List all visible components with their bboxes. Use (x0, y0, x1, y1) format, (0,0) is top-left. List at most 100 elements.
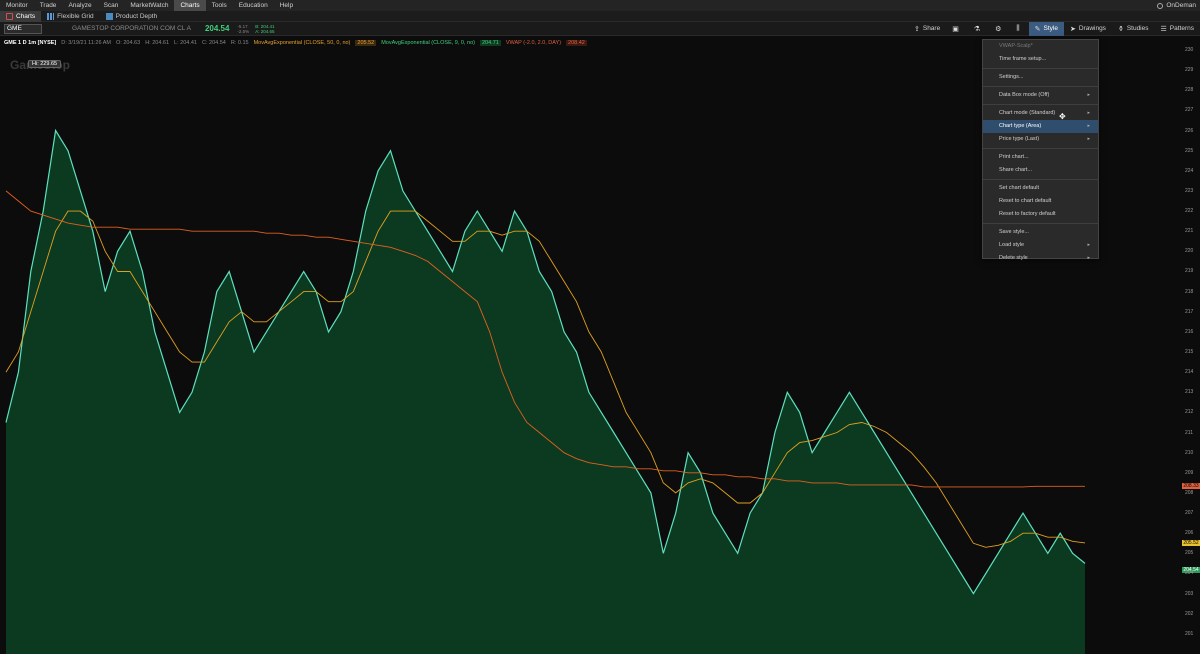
price-tick-label: 229 (1185, 67, 1194, 74)
last-price: 204.54 (204, 24, 230, 33)
price-tick-label: 226 (1185, 127, 1194, 134)
style-menu-item[interactable]: Reset to chart default (983, 195, 1098, 208)
bars-button[interactable]: ⫼ (1010, 22, 1028, 36)
style-menu-item[interactable]: Price type (Last) ▸ (983, 133, 1098, 146)
symbol-input[interactable]: GME (4, 23, 42, 34)
cursor-icon: ➤ (1069, 25, 1076, 33)
ondemand-label: OnDeman (1166, 2, 1196, 9)
tab-product-depth[interactable]: Product Depth (100, 11, 164, 22)
style-menu-item[interactable]: Reset to factory default (983, 208, 1098, 221)
price-tick-label: 216 (1185, 328, 1194, 335)
menu-help[interactable]: Help (274, 0, 299, 11)
menu-charts[interactable]: Charts (174, 0, 206, 11)
beaker-icon: ⚗ (973, 25, 981, 33)
change-stack: -5.17 -2.5% (237, 24, 249, 34)
style-menu-item[interactable]: Chart mode (Standard) ▸ (983, 107, 1098, 120)
style-button[interactable]: ✎ Style (1028, 21, 1064, 36)
menu-tools[interactable]: Tools (206, 0, 233, 11)
price-tick-label: 224 (1185, 167, 1194, 174)
style-menu-item[interactable]: Share chart... (983, 164, 1098, 177)
ema50-study-label[interactable]: MovAvgExponential (CLOSE, 50, 0, no) (254, 40, 351, 46)
ema9-value: 204.71 (479, 39, 501, 46)
patterns-button[interactable]: ☰ Patterns (1155, 22, 1200, 36)
flask-icon: ⚱ (1117, 25, 1124, 33)
menu-scan[interactable]: Scan (98, 0, 125, 11)
drawings-button[interactable]: ➤ Drawings (1064, 22, 1112, 36)
menu-education[interactable]: Education (233, 0, 274, 11)
price-tick-label: 212 (1185, 409, 1194, 416)
menu-marketwatch[interactable]: MarketWatch (124, 0, 174, 11)
price-tick-label: 225 (1185, 147, 1194, 154)
toolbar-actions: ⇪ Share ▣ ⚗ ⚙ ⫼ ✎ Style ➤ Drawings ⚱ Studies… (908, 21, 1200, 36)
ohlc-close: C: 204.54 (201, 39, 226, 46)
menu-separator (983, 148, 1098, 149)
vwap-study-label[interactable]: VWAP (-2.0, 2.0, DAY) (506, 40, 561, 46)
chart-icon (6, 12, 13, 20)
style-menu-item[interactable]: Time frame setup... (983, 53, 1098, 66)
style-menu-item-label: Save style... (999, 229, 1029, 235)
percent-change: -2.5% (237, 28, 250, 34)
menu-analyze[interactable]: Analyze (62, 0, 97, 11)
tab-charts-label: Charts (16, 12, 36, 20)
price-tick-label: 213 (1185, 389, 1194, 396)
submenu-arrow-icon: ▸ (1087, 255, 1090, 261)
price-tick-label: 223 (1185, 187, 1194, 194)
tab-flexible-grid[interactable]: Flexible Grid (41, 11, 99, 22)
style-menu-item-label: Reset to chart default (999, 198, 1052, 204)
style-menu-item[interactable]: Chart type (Area) ▸ (983, 120, 1098, 133)
price-tick-label: 217 (1185, 308, 1194, 315)
price-tick-label: 204 (1185, 570, 1194, 577)
studies-button[interactable]: ⚱ Studies (1112, 22, 1155, 36)
ema50-price-tag: 205.52 (1182, 539, 1200, 546)
price-tick-label: 218 (1185, 288, 1194, 295)
style-menu-item-label: Time frame setup... (999, 56, 1047, 62)
price-tick-label: 203 (1185, 590, 1194, 597)
drawings-label: Drawings (1078, 25, 1106, 32)
ondemand-button[interactable]: OnDeman (1157, 2, 1200, 9)
submenu-arrow-icon: ▸ (1087, 123, 1090, 129)
clock-icon (1157, 2, 1164, 9)
beaker-button[interactable]: ⚗ (968, 22, 989, 36)
price-tick-label: 209 (1185, 469, 1194, 476)
price-axis[interactable]: 208.33 205.52 204.54 201 202 203 204 205 206 2… (1182, 36, 1200, 654)
mouse-cursor-icon: ✥ (1059, 112, 1066, 121)
menu-separator (983, 223, 1098, 224)
ohlc-high: H: 204.61 (145, 39, 170, 46)
chart-title: GME 1 D 1m [NYSE] (4, 39, 57, 46)
submenu-arrow-icon: ▸ (1087, 92, 1090, 98)
menu-separator (983, 104, 1098, 105)
menu-monitor[interactable]: Monitor (0, 0, 34, 11)
ema9-study-label[interactable]: MovAvgExponential (CLOSE, 9, 0, no) (381, 40, 475, 46)
style-menu-item[interactable]: Save style... (983, 226, 1098, 239)
style-menu-item-label: Reset to factory default (999, 211, 1056, 217)
style-menu-item-label: VWAP-Scalp* (999, 43, 1033, 49)
style-menu-item[interactable]: Delete style ▸ (983, 252, 1098, 265)
ohlc-date: D: 3/19/21 11:26 AM (61, 39, 112, 46)
style-menu-item[interactable]: Set chart default (983, 182, 1098, 195)
settings-button[interactable]: ⚙ (989, 22, 1010, 36)
pattern-icon: ☰ (1160, 25, 1167, 33)
style-menu-item[interactable]: Load style ▸ (983, 239, 1098, 252)
ohlc-low: L: 204.41 (174, 39, 197, 46)
price-tick-label: 219 (1185, 268, 1194, 275)
price-tick-label: 228 (1185, 87, 1194, 94)
ask-price: A: 204.65 (255, 28, 275, 34)
style-menu-item: VWAP-Scalp* (983, 40, 1098, 53)
ohlc-open: O: 204.63 (116, 39, 141, 46)
price-tick-label: 230 (1185, 47, 1194, 53)
share-button[interactable]: ⇪ Share (908, 22, 946, 36)
price-tick-label: 220 (1185, 248, 1194, 255)
style-menu-item-label: Settings... (999, 74, 1024, 80)
depth-icon (105, 12, 113, 20)
style-menu-item[interactable]: Print chart... (983, 151, 1098, 164)
style-menu-item[interactable]: Data Box mode (Off) ▸ (983, 89, 1098, 102)
style-menu-item[interactable]: Settings... (983, 71, 1098, 84)
price-tick-label: 222 (1185, 208, 1194, 215)
layout-button[interactable]: ▣ (946, 22, 968, 36)
price-tick-label: 205 (1185, 550, 1194, 557)
tab-charts[interactable]: Charts (0, 10, 42, 22)
grid-icon (47, 12, 55, 20)
price-tick-label: 210 (1185, 449, 1194, 456)
studies-label: Studies (1126, 25, 1149, 32)
menu-trade[interactable]: Trade (34, 0, 63, 11)
